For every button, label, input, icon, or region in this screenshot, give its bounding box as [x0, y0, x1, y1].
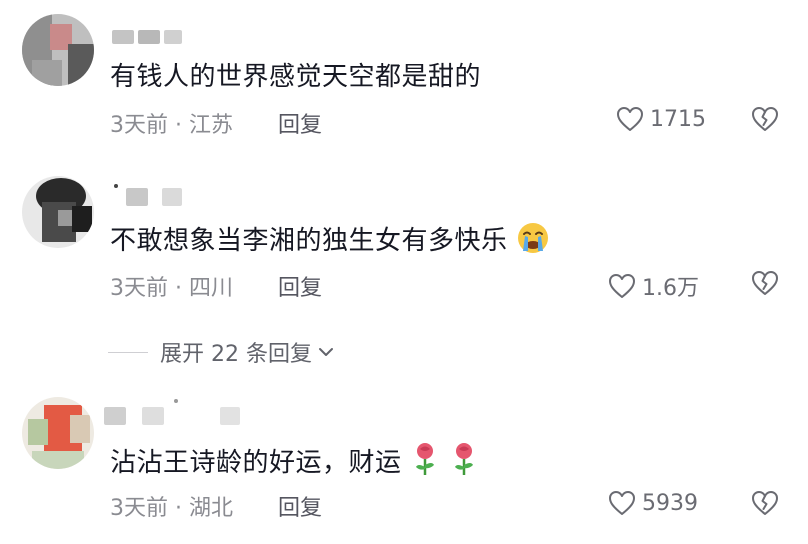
comment-text: 有钱人的世界感觉天空都是甜的 [110, 62, 482, 92]
like-count: 5939 [642, 490, 698, 516]
comment-location: 江苏 [188, 113, 233, 138]
heart-outline-icon [609, 274, 635, 298]
crying-face-emoji [516, 221, 550, 262]
broken-heart-icon [752, 271, 778, 295]
comment-time: 3天前 [110, 496, 168, 521]
dislike-button[interactable] [751, 270, 779, 300]
reply-button[interactable]: 回复 [278, 490, 322, 522]
comment-meta: 3天前 · 江苏 [110, 107, 233, 139]
meta-separator: · [168, 496, 189, 521]
avatar[interactable] [22, 397, 94, 469]
like-count: 1.6万 [642, 276, 699, 301]
expand-replies-button[interactable]: 展开 22 条回复 [108, 336, 336, 368]
chevron-down-icon [318, 348, 333, 356]
comment-text: 不敢想象当李湘的独生女有多快乐 [110, 220, 550, 262]
expand-replies-label: 展开 22 条回复 [160, 342, 312, 367]
heart-outline-icon [617, 107, 643, 131]
comment-location: 湖北 [188, 496, 233, 521]
rose-emoji [449, 441, 479, 484]
rose-emoji [410, 441, 440, 484]
broken-heart-icon [752, 107, 778, 131]
heart-outline-icon [609, 491, 635, 515]
avatar[interactable] [22, 14, 94, 86]
like-button[interactable]: 1715 [616, 106, 706, 132]
like-count: 1715 [650, 106, 706, 132]
comment-meta: 3天前 · 湖北 [110, 490, 233, 522]
like-button[interactable]: 5939 [608, 490, 698, 516]
broken-heart-icon [752, 491, 778, 515]
divider [108, 351, 148, 353]
comment-time: 3天前 [110, 276, 168, 301]
comment-text-content: 沾沾王诗龄的好运，财运 [110, 448, 402, 478]
dislike-button[interactable] [751, 106, 779, 136]
comment-meta: 3天前 · 四川 [110, 270, 233, 302]
comment-text: 沾沾王诗龄的好运，财运 [110, 441, 479, 484]
meta-separator: · [168, 276, 189, 301]
avatar[interactable] [22, 176, 94, 248]
comment-text-content: 不敢想象当李湘的独生女有多快乐 [110, 226, 508, 256]
dislike-button[interactable] [751, 490, 779, 520]
reply-button[interactable]: 回复 [278, 270, 322, 302]
comment-time: 3天前 [110, 113, 168, 138]
like-button[interactable]: 1.6万 [608, 270, 699, 302]
reply-button[interactable]: 回复 [278, 107, 322, 139]
meta-separator: · [168, 113, 189, 138]
comment-location: 四川 [188, 276, 233, 301]
